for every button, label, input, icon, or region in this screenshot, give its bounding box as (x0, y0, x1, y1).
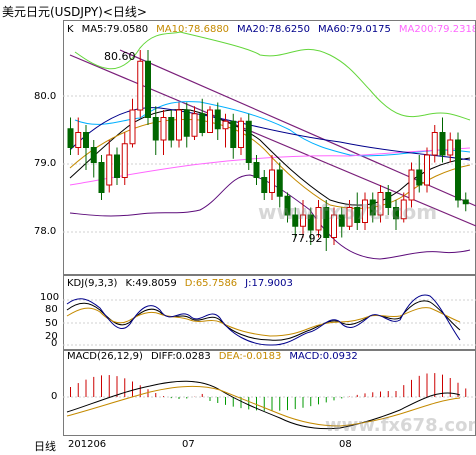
kdj-tick-0: 0 (51, 338, 58, 349)
price-panel (63, 20, 476, 275)
x-axis-period: 日线 (34, 440, 56, 453)
macd-tick-0: 0 (51, 391, 58, 402)
kdj-tick-80: 80 (45, 304, 58, 315)
y-tick-78: 78.0 (34, 226, 57, 237)
x-tick-08: 08 (339, 439, 352, 450)
watermark-lower: www.fx678.com (325, 415, 476, 436)
x-tick-201206: 201206 (68, 439, 107, 450)
chart-title: 美元日元(USDJPY)<日线> (2, 5, 147, 19)
y-tick-80: 80.0 (34, 91, 57, 102)
y-tick-79: 79.0 (34, 158, 57, 169)
kdj-tick-50: 50 (45, 318, 58, 329)
chart-window: 美元日元(USDJPY)<日线> K MA5:79.0580 MA10:78.688… (0, 0, 476, 455)
kdj-tick-100: 100 (40, 292, 60, 303)
watermark-upper: www.fx678.com (258, 200, 438, 224)
x-tick-07: 07 (182, 439, 195, 450)
x-axis: 日线 201206 07 08 (0, 436, 476, 455)
kdj-panel (63, 275, 476, 350)
